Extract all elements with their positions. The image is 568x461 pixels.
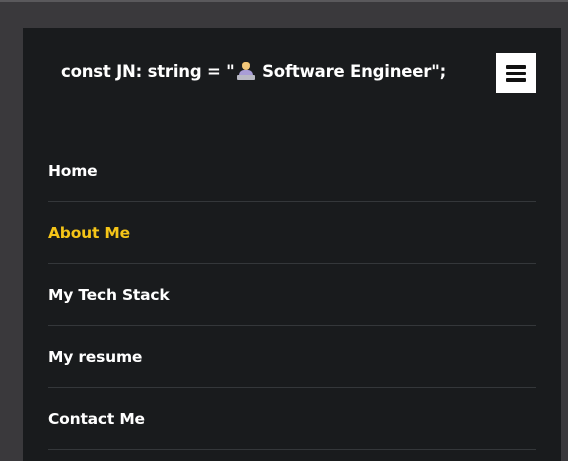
window-top-border	[0, 0, 568, 2]
nav-item-resume: My resume	[48, 326, 536, 388]
nav-link-about-me[interactable]: About Me	[48, 224, 130, 242]
brand-suffix: Software Engineer";	[256, 62, 447, 81]
nav-link-contact-me[interactable]: Contact Me	[48, 410, 145, 428]
site-brand[interactable]: const JN: string = " Software Engineer";	[61, 61, 446, 83]
nav-link-tech-stack[interactable]: My Tech Stack	[48, 286, 170, 304]
nav-item-contact-me: Contact Me	[48, 388, 536, 450]
nav-item-home: Home	[48, 140, 536, 202]
nav-item-tech-stack: My Tech Stack	[48, 264, 536, 326]
person-at-laptop-icon	[236, 62, 255, 80]
menu-toggle-button[interactable]	[496, 53, 536, 93]
page-container: const JN: string = " Software Engineer";…	[23, 28, 561, 461]
nav-link-home[interactable]: Home	[48, 162, 98, 180]
nav-menu: Home About Me My Tech Stack My resume Co…	[48, 140, 536, 450]
nav-item-about-me: About Me	[48, 202, 536, 264]
nav-link-resume[interactable]: My resume	[48, 348, 142, 366]
brand-prefix: const JN: string = "	[61, 62, 235, 81]
